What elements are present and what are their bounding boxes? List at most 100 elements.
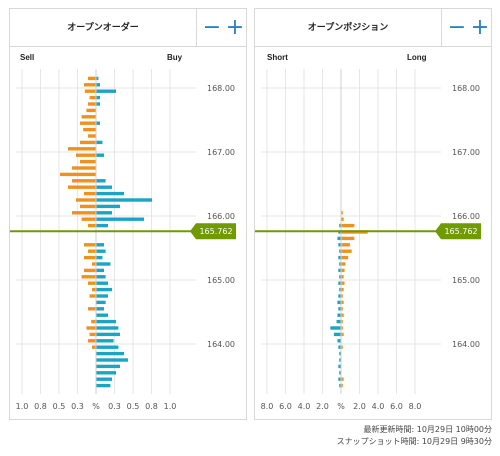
order-buy-bar: [96, 89, 116, 93]
order-buy-bar: [96, 326, 119, 330]
position-short-bar: [337, 236, 341, 241]
order-buy-bar: [96, 217, 144, 221]
order-buy-bar: [96, 191, 124, 196]
x-tick-label: 0.8: [145, 402, 158, 411]
order-sell-bar: [88, 102, 96, 106]
order-buy-bar: [96, 268, 104, 273]
order-buy-bar: [96, 249, 106, 253]
x-tick-label: 2.0: [316, 402, 329, 411]
order-buy-bar: [96, 204, 120, 209]
order-buy-bar: [96, 307, 104, 311]
order-buy-bar: [96, 211, 112, 215]
order-buy-bar: [96, 332, 120, 337]
order-buy-bar: [96, 153, 104, 157]
order-sell-bar: [80, 121, 96, 125]
order-sell-bar: [81, 217, 96, 221]
order-sell-bar: [92, 287, 96, 292]
order-buy-bar: [96, 121, 100, 125]
order-sell-bar: [81, 115, 96, 119]
snapshot-time-text: スナップショット時間: 10月29日 9時30分: [336, 437, 492, 446]
current-price-label: 165.762: [199, 227, 232, 236]
position-long-bar: [341, 236, 355, 241]
order-buy-bar: [96, 83, 100, 87]
order-sell-bar: [88, 307, 96, 311]
price-tick-label: 167.00: [452, 148, 480, 157]
order-buy-bar: [96, 294, 108, 298]
x-tick-label: 8.0: [261, 402, 274, 411]
position-short-bar: [337, 313, 341, 317]
position-long-bar: [341, 243, 350, 247]
order-sell-bar: [88, 281, 96, 285]
order-buy-bar: [96, 255, 103, 260]
order-buy-bar: [96, 358, 128, 362]
order-sell-bar: [84, 255, 96, 260]
position-long-bar: [341, 268, 345, 273]
order-buy-bar: [96, 371, 116, 375]
order-buy-bar: [96, 319, 116, 324]
order-sell-bar: [84, 191, 96, 196]
order-sell-bar: [80, 140, 96, 145]
open-positions-panel: オープンポジション − + Short Long 168.00 167.00 166…: [254, 8, 492, 420]
position-short-bar: [337, 339, 341, 343]
x-tick-label: 0.8: [34, 402, 47, 411]
order-buy-bar: [96, 262, 111, 266]
order-sell-bar: [84, 83, 96, 87]
order-sell-bar: [88, 223, 96, 228]
order-sell-bar: [91, 319, 96, 324]
order-buy-bar: [96, 223, 108, 228]
order-buy-bar: [96, 275, 106, 279]
order-sell-bar: [72, 179, 96, 183]
x-tick-label: 1.0: [164, 402, 177, 411]
price-tick-label: 165.00: [207, 276, 235, 285]
position-long-bar: [341, 262, 346, 266]
order-sell-bar: [89, 95, 96, 100]
position-long-bar: [341, 249, 352, 253]
position-short-bar: [336, 319, 341, 324]
order-sell-bar: [81, 275, 96, 279]
order-buy-bar: [96, 185, 112, 189]
price-tick-label: 168.00: [452, 84, 480, 93]
order-buy-bar: [96, 339, 114, 343]
x-tick-label: 8.0: [409, 402, 422, 411]
order-sell-bar: [72, 211, 96, 215]
order-sell-bar: [92, 345, 96, 349]
order-sell-bar: [88, 76, 96, 81]
order-sell-bar: [86, 108, 96, 113]
x-tick-label: 0.3: [108, 402, 121, 411]
open-positions-chart: 168.00 167.00 166.00 165.00 164.00 165.762 8.0…: [255, 69, 481, 411]
order-buy-bar: [96, 345, 119, 349]
order-buy-bar: [96, 364, 120, 369]
x-tick-label: 4.0: [372, 402, 385, 411]
order-sell-bar: [68, 185, 96, 189]
order-sell-bar: [83, 127, 96, 132]
order-sell-bar: [80, 159, 96, 164]
order-buy-bar: [96, 102, 100, 106]
order-buy-bar: [96, 313, 108, 317]
position-long-bar: [341, 223, 355, 228]
order-sell-bar: [86, 326, 96, 330]
price-tick-label: 164.00: [452, 340, 480, 349]
x-tick-label: 4.0: [298, 402, 311, 411]
last-updated-text: 最新更新時間: 10月29日 10時00分: [363, 425, 493, 434]
order-sell-bar: [88, 134, 96, 138]
order-sell-bar: [84, 268, 96, 273]
position-long-bar: [341, 255, 349, 260]
order-sell-bar: [84, 89, 96, 93]
order-buy-bar: [96, 198, 152, 202]
order-buy-bar: [96, 300, 106, 305]
order-buy-bar: [96, 243, 104, 247]
order-sell-bar: [80, 204, 96, 209]
position-short-bar: [337, 300, 341, 305]
open-orders-chart: 168.00 167.00 166.00 165.00 164.00 165.762 1.0…: [10, 69, 236, 411]
open-orders-panel: オープンオーダー − + Sell Buy 168.00 167.00 166.00…: [9, 8, 247, 420]
order-buy-bar: [96, 287, 112, 292]
x-tick-label: 6.0: [279, 402, 292, 411]
order-buy-bar: [96, 351, 124, 356]
order-sell-bar: [92, 262, 96, 266]
x-tick-label: 6.0: [390, 402, 403, 411]
order-buy-bar: [96, 140, 103, 145]
x-tick-label: 1.0: [16, 402, 29, 411]
x-tick-label: %: [92, 402, 100, 411]
order-sell-bar: [84, 243, 96, 247]
price-tick-label: 168.00: [207, 84, 235, 93]
